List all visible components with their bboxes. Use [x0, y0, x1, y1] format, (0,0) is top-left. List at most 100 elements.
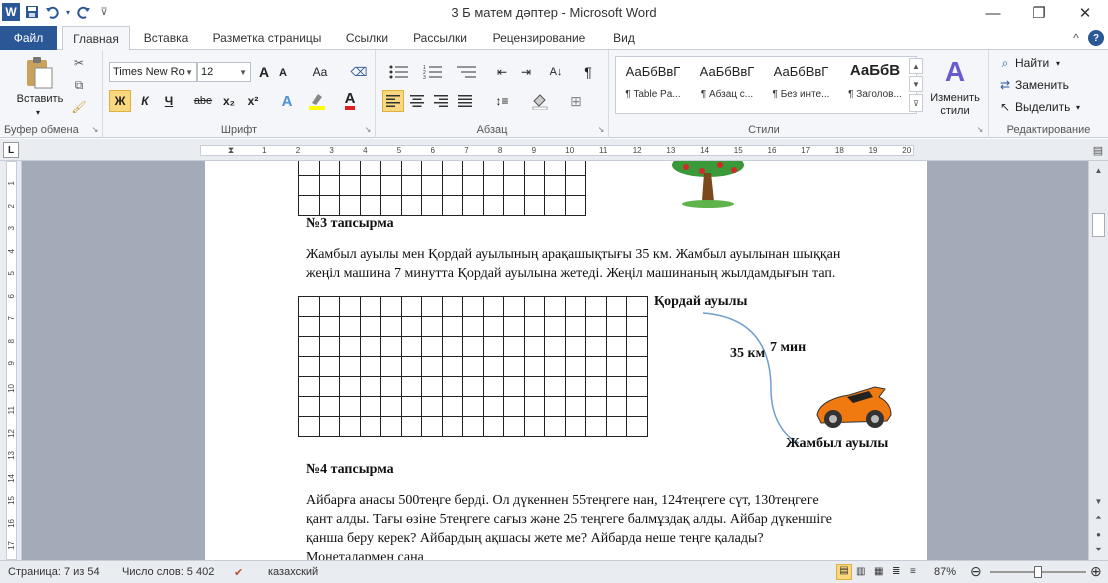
tab-file[interactable]: Файл — [0, 26, 57, 50]
scroll-up-icon[interactable]: ▲ — [1091, 163, 1106, 177]
font-color-button[interactable]: A — [337, 90, 363, 112]
replace-icon[interactable]: ⇄ — [997, 76, 1013, 94]
tab-insert[interactable]: Вставка — [136, 26, 196, 50]
replace-button[interactable]: Заменить — [1015, 76, 1075, 94]
chevron-down-icon[interactable]: ▾ — [1053, 54, 1063, 72]
style-list-paragraph[interactable]: АаБбВвГ ¶ Абзац с... — [691, 58, 763, 106]
styles-launcher-icon[interactable]: ↘ — [975, 124, 985, 134]
shading-icon[interactable] — [526, 90, 554, 112]
copy-icon[interactable]: ⧉ — [70, 76, 88, 94]
draft-icon[interactable]: ≡ — [910, 566, 916, 577]
shrink-font-button[interactable]: A — [275, 64, 291, 82]
change-styles-icon[interactable]: A — [937, 56, 973, 88]
vertical-scrollbar[interactable]: ▲ ▼ ⏶ ● ⏷ — [1088, 161, 1108, 560]
document-page[interactable]: №3 тапсырма Жамбыл ауылы мен Қордай ауыл… — [205, 161, 927, 560]
select-cursor-icon[interactable]: ↖ — [997, 98, 1013, 116]
line-spacing-icon[interactable]: ↕≡ — [488, 90, 516, 112]
italic-button[interactable]: К — [135, 90, 155, 112]
select-button[interactable]: Выделить — [1015, 98, 1075, 116]
diagram-top-label: Қордай ауылы — [654, 294, 748, 309]
font-size-combo[interactable]: 12 ▼ — [197, 62, 251, 82]
next-page-icon[interactable]: ⏷ — [1091, 543, 1106, 557]
change-case-button[interactable]: Aa — [307, 62, 333, 82]
status-language[interactable]: казахский — [268, 566, 318, 578]
bullets-icon[interactable] — [384, 62, 414, 82]
binoculars-icon[interactable]: ⌕ — [997, 54, 1013, 72]
minimize-button[interactable]: — — [970, 0, 1016, 26]
paste-button[interactable]: Вставить — [10, 92, 70, 106]
style-no-spacing[interactable]: АаБбВвГ ¶ Без инте... — [765, 58, 837, 106]
justify-icon[interactable] — [454, 90, 476, 112]
help-icon[interactable]: ? — [1088, 30, 1104, 46]
sort-icon[interactable]: A↓ — [546, 62, 566, 82]
view-ruler-icon[interactable]: ▤ — [1090, 141, 1106, 159]
status-zoom[interactable]: 87% — [934, 566, 956, 578]
style-heading[interactable]: АаБбВ ¶ Заголов... — [839, 58, 911, 106]
collapse-ribbon-icon[interactable]: ^ — [1068, 30, 1084, 46]
paste-dropdown-icon[interactable]: ▾ — [28, 107, 48, 117]
tab-review[interactable]: Рецензирование — [484, 26, 594, 50]
zoom-in-icon[interactable]: ⊕ — [1090, 563, 1102, 580]
underline-button[interactable]: Ч — [159, 90, 179, 112]
styles-scroll-up-icon[interactable]: ▲ — [909, 58, 923, 74]
align-right-icon[interactable] — [430, 90, 452, 112]
styles-more-icon[interactable]: ⊽ — [909, 94, 923, 112]
style-table-paragraph[interactable]: АаБбВвГ ¶ Table Pa... — [617, 58, 689, 106]
align-left-icon[interactable] — [382, 90, 404, 112]
status-word-count[interactable]: Число слов: 5 402 — [122, 566, 214, 578]
align-center-icon[interactable] — [406, 90, 428, 112]
paste-icon[interactable] — [22, 56, 56, 90]
tab-home[interactable]: Главная — [62, 26, 130, 51]
scrollbar-thumb[interactable] — [1092, 213, 1105, 237]
chevron-down-icon[interactable]: ▾ — [1073, 98, 1083, 116]
format-painter-icon[interactable]: 🖌 — [70, 98, 88, 116]
font-launcher-icon[interactable]: ↘ — [363, 124, 373, 134]
text-effects-icon[interactable]: A — [275, 90, 299, 112]
bold-button[interactable]: Ж — [109, 90, 131, 112]
tab-references[interactable]: Ссылки — [338, 26, 396, 50]
vertical-ruler-number: 14 — [7, 473, 16, 483]
highlight-icon[interactable] — [305, 90, 331, 112]
indent-marker-icon[interactable]: ⧗ — [226, 141, 236, 159]
decrease-indent-icon[interactable]: ⇤ — [492, 62, 512, 82]
subscript-button[interactable]: x₂ — [219, 90, 239, 112]
font-size-value: 12 — [201, 66, 214, 78]
tab-selector-icon[interactable]: L — [3, 142, 19, 158]
strikethrough-button[interactable]: abe — [191, 90, 215, 112]
find-button[interactable]: Найти — [1015, 54, 1055, 72]
zoom-out-icon[interactable]: ⊖ — [970, 563, 982, 580]
styles-scroll-down-icon[interactable]: ▼ — [909, 76, 923, 92]
tab-page-layout[interactable]: Разметка страницы — [205, 26, 329, 50]
previous-page-icon[interactable]: ⏶ — [1091, 511, 1106, 525]
scroll-down-icon[interactable]: ▼ — [1091, 494, 1106, 508]
cut-icon[interactable]: ✂ — [70, 54, 88, 72]
tab-view[interactable]: Вид — [603, 26, 645, 50]
web-layout-icon[interactable]: ▦ — [874, 566, 883, 577]
full-screen-reading-icon[interactable]: ▥ — [856, 566, 865, 577]
pilcrow-icon[interactable]: ¶ — [578, 62, 598, 82]
outline-icon[interactable]: ≣ — [892, 566, 900, 577]
superscript-button[interactable]: x² — [243, 90, 263, 112]
font-name-combo[interactable]: Times New Ro ▼ — [109, 62, 197, 82]
grow-font-button[interactable]: A — [255, 62, 273, 82]
vertical-ruler-number: 10 — [7, 383, 16, 393]
proofing-icon[interactable]: ✔ — [234, 566, 243, 579]
tab-mailings[interactable]: Рассылки — [405, 26, 475, 50]
multilevel-list-icon[interactable] — [452, 62, 482, 82]
paragraph-launcher-icon[interactable]: ↘ — [596, 124, 606, 134]
status-page[interactable]: Страница: 7 из 54 — [8, 566, 100, 578]
borders-icon[interactable]: ⊞ — [562, 90, 590, 112]
clipboard-launcher-icon[interactable]: ↘ — [90, 124, 100, 134]
change-styles-button[interactable]: Изменить стили — [925, 90, 985, 120]
vertical-ruler[interactable]: 1 2 3 4 5 6 7 8 9 10 11 12 13 14 15 16 17 — [0, 161, 22, 560]
zoom-slider-thumb[interactable] — [1034, 566, 1042, 578]
numbering-icon[interactable]: 123 — [418, 62, 448, 82]
increase-indent-icon[interactable]: ⇥ — [516, 62, 536, 82]
maximize-button[interactable]: ❐ — [1016, 0, 1062, 26]
clear-format-icon[interactable]: ⌫ — [349, 62, 369, 82]
horizontal-ruler[interactable]: L 1 2 3 4 5 6 7 8 9 10 11 12 13 14 15 16 17 18 19 20 ⧗ ▤ — [0, 139, 1108, 161]
grid-cell — [380, 376, 402, 397]
close-button[interactable]: ✕ — [1062, 0, 1108, 26]
browse-object-icon[interactable]: ● — [1091, 527, 1106, 541]
print-layout-icon[interactable]: ▤ — [836, 564, 852, 580]
